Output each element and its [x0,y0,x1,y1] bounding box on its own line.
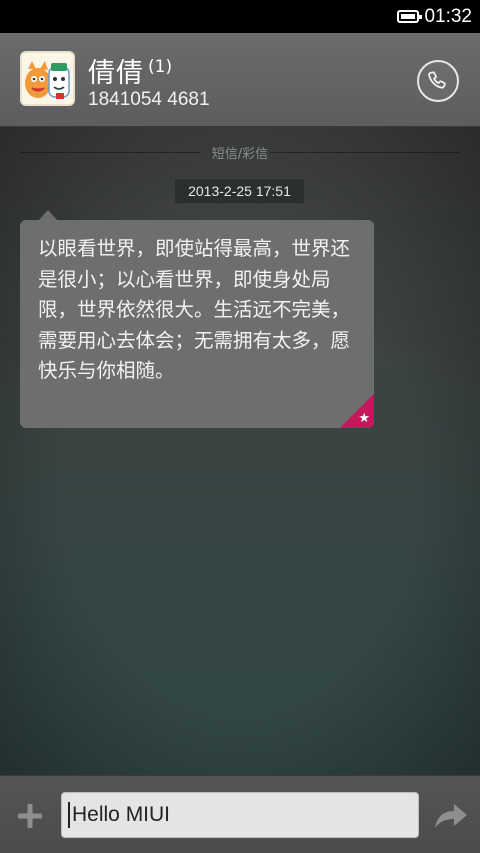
conversation-header: 倩倩 (1) 1841054 4681 [0,33,480,127]
phone-icon [428,71,446,89]
send-arrow-icon [435,804,467,828]
call-button[interactable] [417,60,459,102]
conversation-screen: 倩倩 (1) 1841054 4681 短信/彩信 2013-2-25 17:5… [0,33,480,853]
starred-badge: ★ [340,394,374,428]
message-text: 以眼看世界，即使站得最高，世界还是很小；以心看世界，即使身处局限，世界依然很大。… [38,237,351,382]
status-bar: 01:32 [0,0,480,33]
incoming-message-bubble[interactable]: 以眼看世界，即使站得最高，世界还是很小；以心看世界，即使身处局限，世界依然很大。… [20,220,374,428]
contact-name: 倩倩 [88,58,144,89]
status-time: 01:32 [424,5,472,27]
battery-full-icon [397,10,423,23]
message-input-value: Hello MIUI [72,803,171,826]
plus-icon [18,804,42,828]
thread-divider: 短信/彩信 [20,145,460,162]
unread-count: (1) [148,57,173,77]
star-icon: ★ [358,411,370,426]
send-button[interactable] [432,798,470,834]
add-attachment-button[interactable] [12,798,48,834]
cartoon-avatar-icon[interactable] [20,51,75,106]
phone-number: 1841054 4681 [88,89,210,110]
text-cursor [68,802,70,828]
message-timestamp: 2013-2-25 17:51 [175,179,304,203]
composer-bar: Hello MIUI [0,775,480,853]
message-input[interactable]: Hello MIUI [61,792,419,838]
